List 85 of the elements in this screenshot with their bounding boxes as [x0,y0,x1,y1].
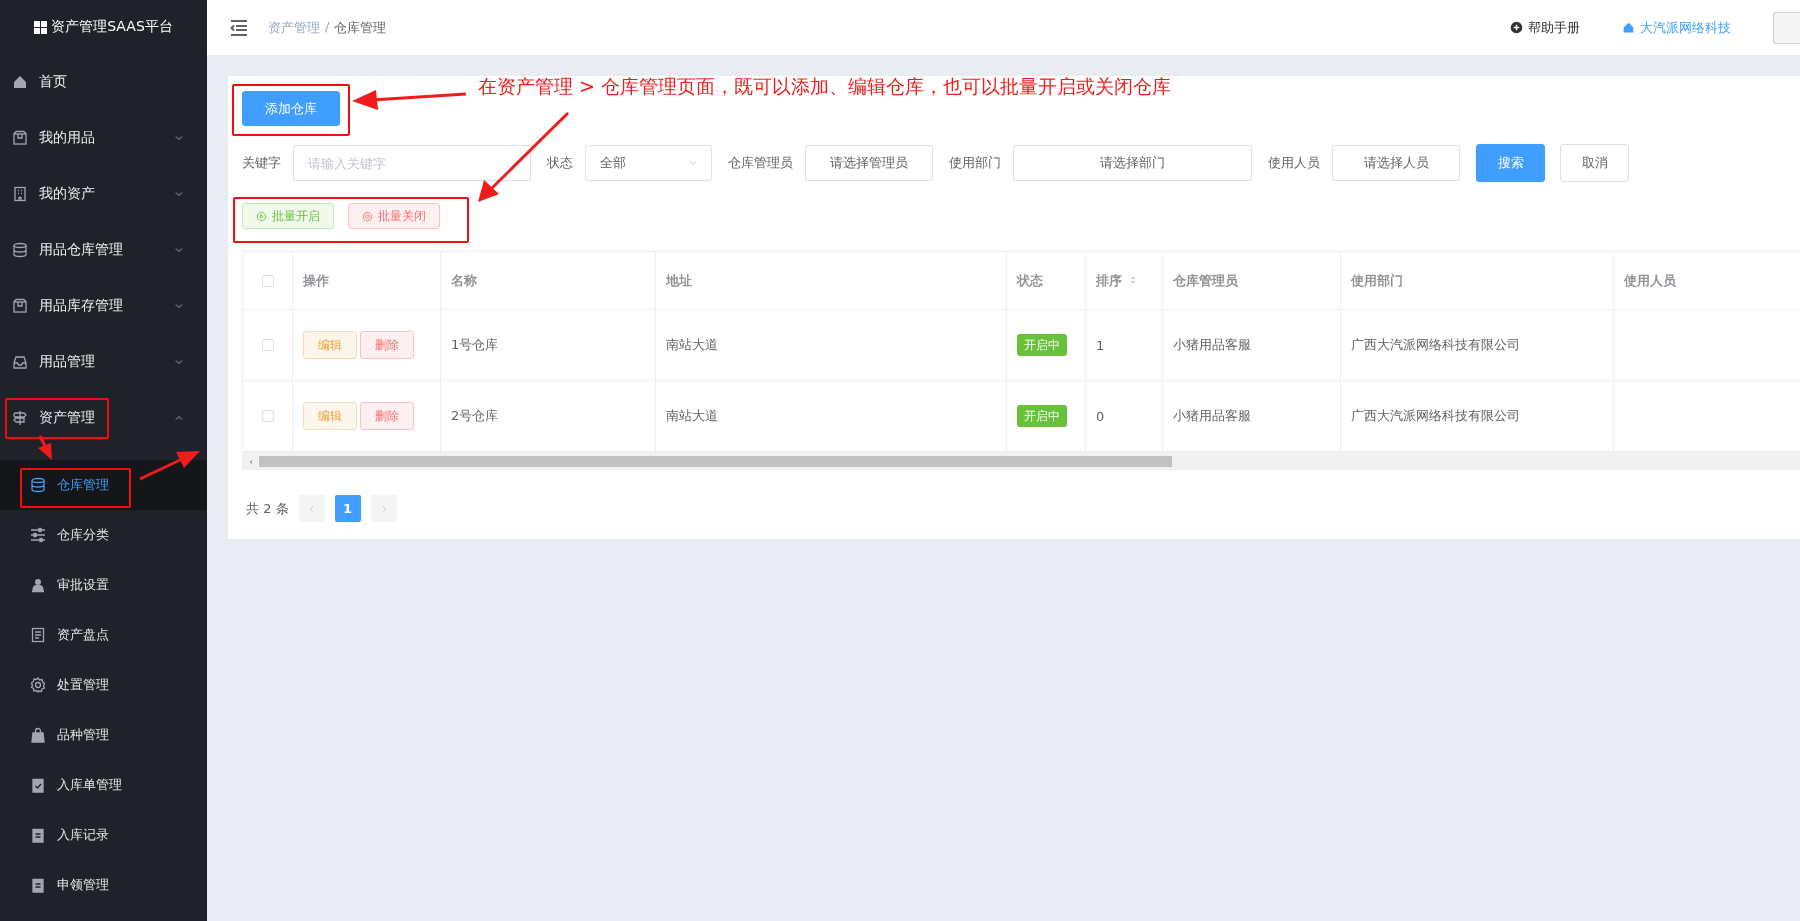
horizontal-scrollbar[interactable] [243,452,1800,470]
column-header: 使用部门 [1351,271,1403,290]
table-cell: 小猪用品客服 [1173,407,1251,425]
signpost-icon [12,410,28,426]
box-icon [12,298,28,314]
gear-icon [30,677,46,693]
filter-label: 使用部门 [949,154,1001,172]
grid-logo-icon [34,20,48,34]
annotation-arrow [139,451,200,481]
picker-field[interactable]: 请选择人员 [1332,145,1460,181]
plus-circle-icon [1510,21,1523,34]
row-checkbox[interactable] [261,339,274,351]
clipboard-icon [30,877,46,893]
clipboard-icon [30,827,46,843]
sidebar-item[interactable]: 我的资产 [0,166,207,222]
column-header: 使用人员 [1624,271,1676,290]
box-icon [12,130,28,146]
home-icon [12,74,28,90]
scroll-left-icon [247,457,255,466]
database-icon [30,477,46,493]
filter-label: 使用人员 [1268,154,1320,172]
sidebar-item[interactable]: 资产管理 [0,390,207,446]
total-count: 共 2 条 [246,499,289,518]
table-cell: 广西大汽派网络科技有限公司 [1351,336,1520,354]
submenu-item[interactable]: 申领管理 [0,860,207,910]
stop-circle-icon [362,210,373,222]
document-icon [30,627,46,643]
table-cell: 广西大汽派网络科技有限公司 [1351,407,1520,425]
sidebar-item[interactable]: 用品库存管理 [0,278,207,334]
table-cell: 1 [1096,337,1105,353]
sidebar-item[interactable]: 首页 [0,54,207,110]
column-header: 状态 [1017,271,1043,290]
clipboard-icon [30,777,46,793]
avatar[interactable] [1773,11,1800,44]
menu-icon [230,18,248,37]
table-cell: 南站大道 [666,336,718,354]
breadcrumb-separator: / [325,18,330,36]
picker-field[interactable]: 请选择部门 [1013,145,1252,181]
submenu-item[interactable]: 品种管理 [0,710,207,760]
submenu-item[interactable]: 入库单管理 [0,760,207,810]
app-title: 资产管理SAAS平台 [51,18,173,36]
table-cell: 南站大道 [666,407,718,425]
table-cell: 1号仓库 [451,336,499,354]
column-header: 排序 [1096,271,1122,290]
sort-icon [1128,275,1138,285]
sidebar-item[interactable]: 用品管理 [0,334,207,390]
annotation-text: 在资产管理 > 仓库管理页面，既可以添加、编辑仓库，也可以批量开启或关闭仓库 [478,74,1171,99]
column-header: 地址 [666,271,692,290]
annotation-arrow [38,435,52,460]
sidebar-item[interactable]: 我的用品 [0,110,207,166]
cancel-button[interactable]: 取消 [1560,144,1629,182]
home-icon [1622,21,1635,34]
next-page-button[interactable] [370,495,397,522]
submenu-item[interactable]: 处置管理 [0,660,207,710]
filter-label: 关键字 [242,154,281,172]
select-all-checkbox[interactable] [261,274,274,287]
person-icon [30,577,46,593]
submenu-item[interactable]: 审批设置 [0,560,207,610]
filter-label: 状态 [547,154,573,172]
submenu-item[interactable]: 入库记录 [0,810,207,860]
column-header: 名称 [451,271,477,290]
help-link[interactable]: 帮助手册 [1510,18,1580,37]
database-icon [12,242,28,258]
filter-label: 仓库管理员 [728,154,793,172]
sliders-icon [30,527,46,543]
bag-icon [30,727,46,743]
submenu-item[interactable]: 仓库管理 [0,460,207,510]
inbox-icon [12,354,28,370]
play-circle-icon [256,210,267,222]
status-select[interactable]: 全部 [585,145,712,181]
table-cell: 小猪用品客服 [1173,336,1251,354]
submenu-item[interactable]: 仓库分类 [0,510,207,560]
status-tag: 开启中 [1017,334,1067,356]
column-header: 操作 [303,271,329,290]
row-checkbox[interactable] [261,410,274,422]
table-cell: 0 [1096,408,1105,424]
picker-field[interactable]: 请选择管理员 [805,145,933,181]
prev-page-button[interactable] [298,495,325,522]
sidebar-item[interactable]: 用品仓库管理 [0,222,207,278]
column-header: 仓库管理员 [1173,271,1238,290]
keyword-input-field[interactable]: 请输入关键字 [293,145,531,181]
submenu-item[interactable]: 资产盘点 [0,610,207,660]
building-icon [12,186,28,202]
status-tag: 开启中 [1017,405,1067,427]
table-cell: 2号仓库 [451,407,499,425]
